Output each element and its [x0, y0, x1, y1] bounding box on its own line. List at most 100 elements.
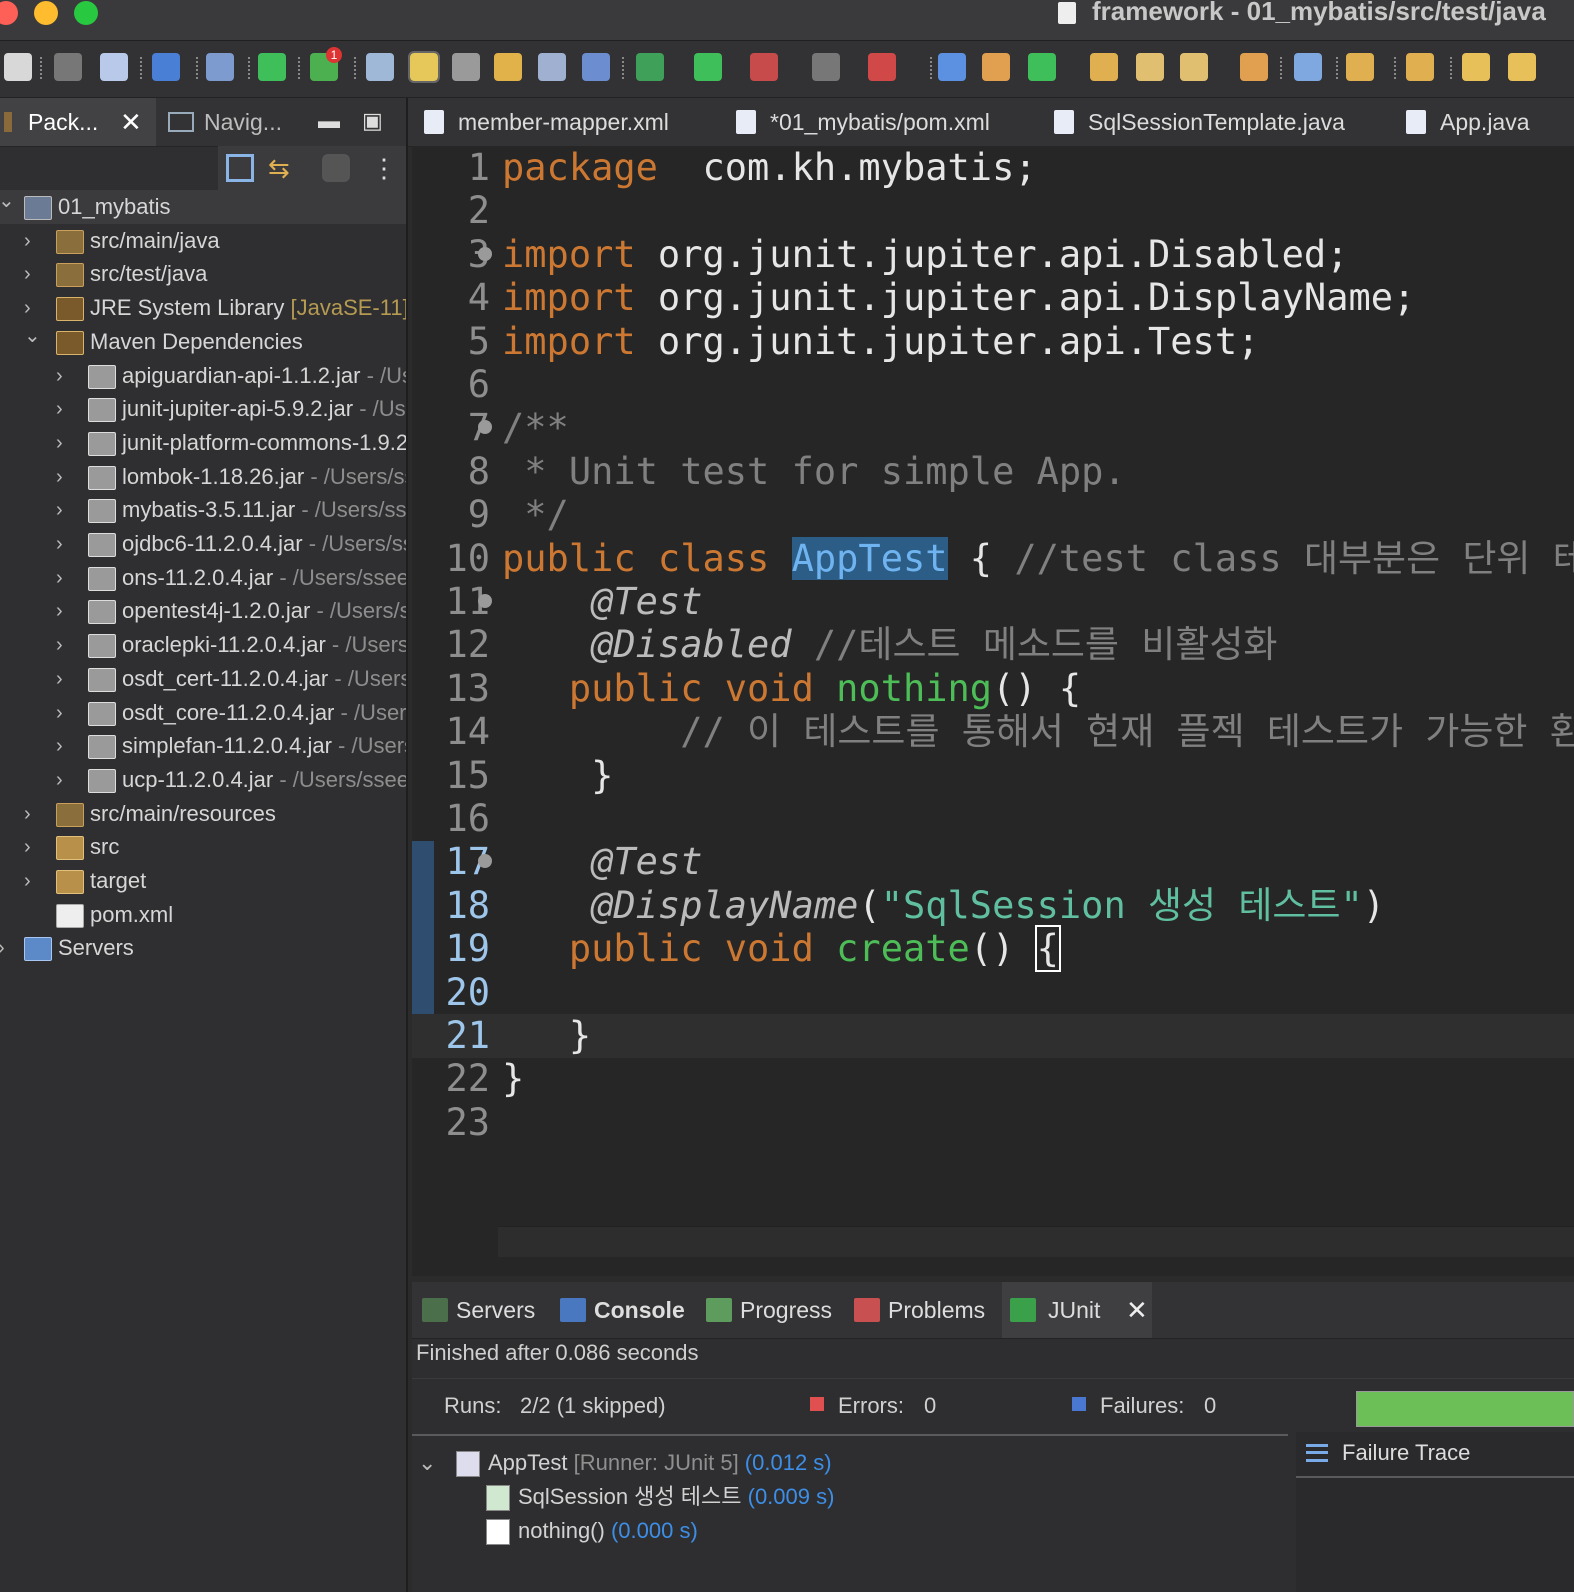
code-line[interactable]: 9 */ [412, 493, 1574, 537]
run-server-icon[interactable] [750, 53, 778, 81]
link-with-editor-icon[interactable]: ⇆ [268, 154, 296, 182]
chevron-right-icon[interactable]: › [56, 460, 63, 494]
chevron-right-icon[interactable]: › [56, 662, 63, 696]
tree-item[interactable]: › mybatis-3.5.11.jar - /Users/ssee [0, 493, 406, 527]
chevron-right-icon[interactable]: › [56, 527, 63, 561]
globe-icon[interactable] [1294, 53, 1322, 81]
chevron-right-icon[interactable]: › [56, 628, 63, 662]
tree-item[interactable]: › ucp-11.2.0.4.jar - /Users/ssee [0, 763, 406, 797]
tree-item[interactable]: › Servers [0, 931, 406, 965]
chevron-right-icon[interactable]: › [56, 594, 63, 628]
close-window-button[interactable] [0, 1, 18, 25]
new-icon[interactable] [4, 53, 32, 81]
chevron-right-icon[interactable]: › [0, 931, 5, 965]
chevron-right-icon[interactable]: › [56, 359, 63, 393]
code-line[interactable]: 22} [412, 1057, 1574, 1101]
tree-item[interactable]: › ojdbc6-11.2.0.4.jar - /Users/ssee [0, 527, 406, 561]
notification-icon[interactable]: 1 [310, 47, 342, 81]
collapse-all-icon[interactable] [226, 154, 254, 182]
chevron-right-icon[interactable]: › [24, 257, 31, 291]
tab-junit[interactable]: JUnit ✕ [1002, 1282, 1152, 1338]
code-line[interactable]: 16 [412, 797, 1574, 841]
code-line[interactable]: 11 @Test [412, 580, 1574, 624]
code-line[interactable]: 21 } [412, 1014, 1574, 1058]
code-line[interactable]: 6 [412, 363, 1574, 407]
tree-item[interactable]: › osdt_core-11.2.0.4.jar - /Users/ssee [0, 696, 406, 730]
close-icon[interactable]: ✕ [1126, 1282, 1148, 1338]
code-line[interactable]: 14 // 이 테스트를 통해서 현재 플젝 테스트가 가능한 환경인지 [412, 710, 1574, 754]
chevron-down-icon[interactable]: ⌄ [24, 325, 41, 353]
tree-item[interactable]: › ons-11.2.0.4.jar - /Users/ssee [0, 561, 406, 595]
open-file-icon[interactable] [1136, 53, 1164, 81]
code-line[interactable]: 3import org.junit.jupiter.api.Disabled; [412, 233, 1574, 277]
chevron-right-icon[interactable]: › [56, 763, 63, 797]
tree-item[interactable]: › src/main/java [0, 224, 406, 258]
tree-item[interactable]: › oraclepki-11.2.0.4.jar - /Users/ssee [0, 628, 406, 662]
fold-toggle-icon[interactable] [478, 246, 492, 261]
code-editor[interactable]: 1package com.kh.mybatis;23import org.jun… [412, 146, 1574, 1276]
code-line[interactable]: 4 import org.junit.jupiter.api.DisplayNam… [412, 276, 1574, 320]
tab-servers[interactable]: Servers [422, 1282, 550, 1338]
tree-item-project[interactable]: ⌄ 01_mybatis [0, 190, 406, 224]
debug-icon[interactable] [636, 53, 664, 81]
power-icon[interactable] [258, 53, 286, 81]
run-config-icon[interactable] [366, 53, 394, 81]
zoom-window-button[interactable] [74, 1, 98, 25]
chevron-right-icon[interactable]: › [24, 830, 31, 864]
chevron-right-icon[interactable]: › [24, 797, 31, 831]
tree-item[interactable]: › osdt_cert-11.2.0.4.jar - /Users/ssee [0, 662, 406, 696]
chevron-right-icon[interactable]: › [56, 493, 63, 527]
code-line[interactable]: 8 * Unit test for simple App. [412, 450, 1574, 494]
tree-item[interactable]: pom.xml [0, 898, 406, 932]
tab-problems[interactable]: Problems [854, 1282, 996, 1338]
tree-item[interactable]: › apiguardian-api-1.1.2.jar - /Users/ssee [0, 359, 406, 393]
tree-item[interactable]: › src/test/java [0, 257, 406, 291]
package-icon[interactable] [982, 53, 1010, 81]
tab-progress[interactable]: Progress [706, 1282, 842, 1338]
chevron-right-icon[interactable]: › [56, 426, 63, 460]
tree-item[interactable]: › src [0, 830, 406, 864]
chevron-down-icon[interactable]: ⌄ [418, 1446, 436, 1480]
code-line[interactable]: 7/** [412, 406, 1574, 450]
code-line[interactable]: 12 @Disabled //테스트 메소드를 비활성화 [412, 623, 1574, 667]
next-annotation-icon[interactable] [1346, 53, 1374, 81]
code-line[interactable]: 20 [412, 971, 1574, 1015]
chevron-down-icon[interactable]: ⌄ [0, 190, 15, 218]
minimize-view-icon[interactable]: ▬ [318, 108, 340, 134]
terminate-icon[interactable] [868, 53, 896, 81]
run-icon[interactable] [694, 53, 722, 81]
chevron-right-icon[interactable]: › [24, 224, 31, 258]
close-icon[interactable]: ✕ [120, 98, 142, 146]
chevron-right-icon[interactable]: › [24, 291, 31, 325]
tree-item[interactable]: ⌄ Maven Dependencies [0, 325, 406, 359]
tree-item[interactable]: › junit-jupiter-api-5.9.2.jar - /Users [0, 392, 406, 426]
edit-icon[interactable] [1180, 53, 1208, 81]
code-line[interactable]: 1 package com.kh.mybatis; [412, 146, 1574, 190]
chevron-right-icon[interactable]: › [56, 729, 63, 763]
view-menu-icon[interactable]: ⋮ [370, 154, 398, 182]
stop-icon[interactable] [812, 53, 840, 81]
chevron-right-icon[interactable]: › [24, 864, 31, 898]
code-line[interactable]: 17 @Test [412, 840, 1574, 884]
tree-item[interactable]: › JRE System Library [JavaSE-11] [0, 291, 406, 325]
code-line[interactable]: 19 public void create() { [412, 925, 1574, 973]
horizontal-scrollbar[interactable] [498, 1226, 1574, 1257]
code-line[interactable]: 13 public void nothing() { [412, 667, 1574, 711]
highlight-icon[interactable] [408, 51, 440, 83]
wrap-icon[interactable] [494, 53, 522, 81]
code-line[interactable]: 5 import org.junit.jupiter.api.Test; [412, 320, 1574, 364]
tab-package-explorer[interactable]: Pack... ✕ [0, 98, 156, 146]
tree-item[interactable]: › junit-platform-commons-1.9.2.jar [0, 426, 406, 460]
tree-item[interactable]: › simplefan-11.2.0.4.jar - /Users/ssee [0, 729, 406, 763]
code-line[interactable]: 15 } [412, 754, 1574, 798]
tree-item[interactable]: › src/main/resources [0, 797, 406, 831]
prev-annotation-icon[interactable] [1406, 53, 1434, 81]
chevron-right-icon[interactable]: › [56, 696, 63, 730]
open-folder-icon[interactable] [1090, 53, 1118, 81]
maximize-view-icon[interactable]: ▣ [362, 108, 383, 134]
open-project-icon[interactable] [1240, 53, 1268, 81]
back-icon[interactable] [1462, 53, 1490, 81]
code-line[interactable]: 18 @DisplayName("SqlSession 생성 테스트") [412, 884, 1574, 928]
tree-item[interactable]: › target [0, 864, 406, 898]
console-icon[interactable] [152, 53, 180, 81]
